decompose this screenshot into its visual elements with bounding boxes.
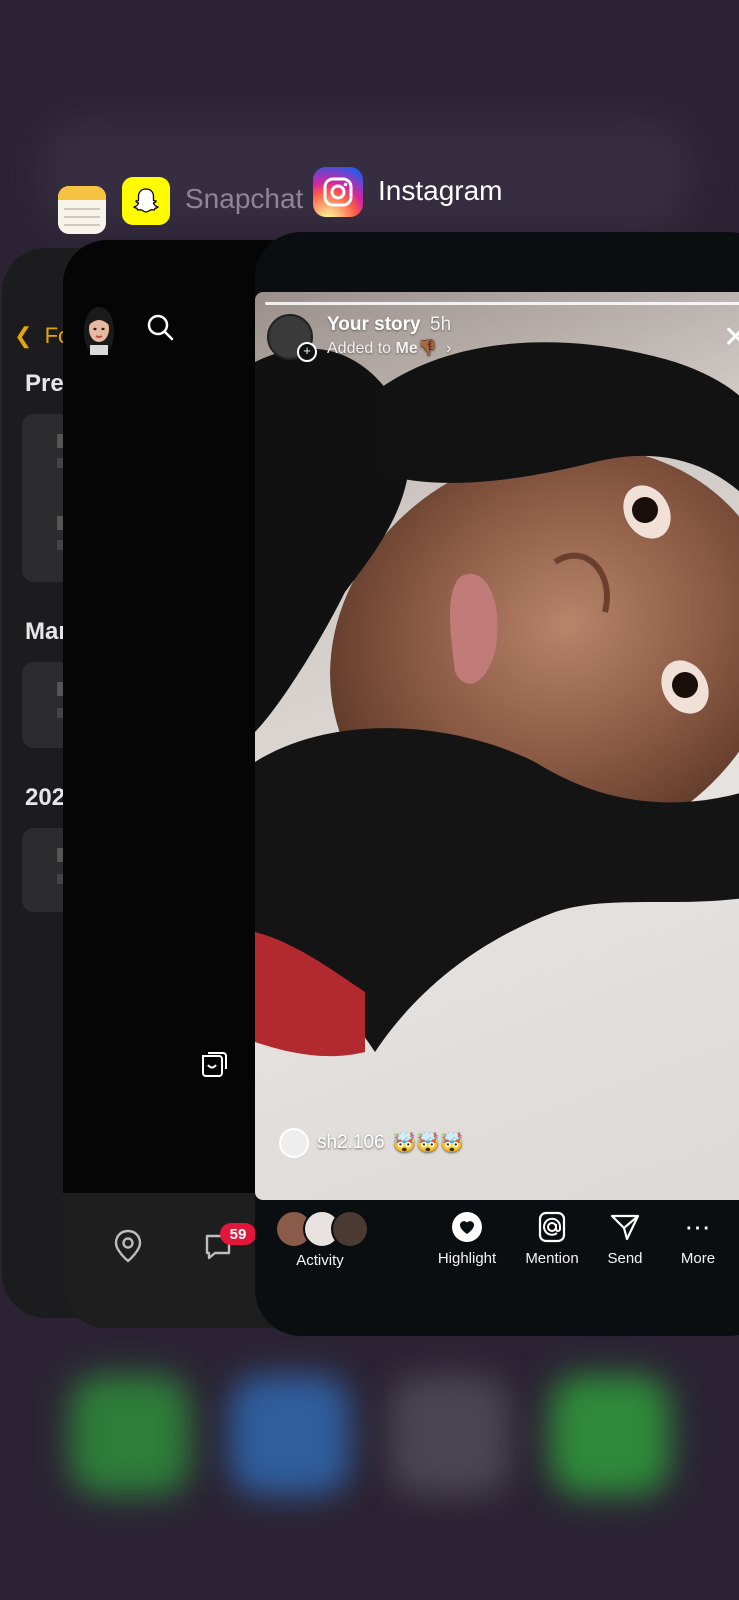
added-to-emoji: 👎🏾 (417, 340, 438, 357)
bitmoji-avatar[interactable] (80, 303, 118, 355)
notes-app-icon[interactable] (58, 186, 106, 234)
story-progress-bar (265, 302, 739, 305)
mention-label: Mention (525, 1250, 579, 1267)
send-button[interactable]: Send (595, 1210, 655, 1267)
highlight-label: Highlight (437, 1250, 497, 1267)
snapchat-app-icon[interactable] (122, 177, 170, 225)
chevron-right-icon: › (446, 340, 452, 357)
more-button[interactable]: ⋯ More (673, 1210, 723, 1268)
viewer-avatar (331, 1210, 369, 1248)
activity-button[interactable]: Activity (275, 1210, 369, 1269)
mention-username: sh2.106 (317, 1132, 385, 1153)
activity-label: Activity (296, 1252, 344, 1269)
add-story-icon[interactable]: + (297, 342, 317, 362)
map-pin-icon[interactable] (113, 1229, 143, 1263)
story-image[interactable]: + Your story 5h Added to Me👎🏾 › ✕ sh2.10… (255, 292, 739, 1200)
story-added-to[interactable]: Added to Me👎🏾 › (327, 338, 451, 358)
added-to-prefix: Added to (327, 340, 396, 357)
more-icon: ⋯ (684, 1211, 712, 1242)
dock-app-camera (390, 1375, 510, 1495)
search-icon[interactable] (145, 312, 175, 342)
activity-viewers (275, 1210, 369, 1248)
notes-section-heading: 202 (25, 784, 66, 811)
chevron-left-icon: ❮ (14, 323, 33, 348)
instagram-camera-icon (323, 177, 353, 207)
chat-unread-badge: 59 (220, 1223, 256, 1245)
mention-button[interactable]: Mention (517, 1210, 587, 1267)
snapchat-ghost-icon (133, 188, 159, 213)
heart-icon (452, 1212, 482, 1242)
story-action-bar: Activity Highlight Mention Send ⋯ More (255, 1200, 739, 1336)
at-sign-icon (538, 1211, 566, 1243)
dock-app-safari (230, 1375, 350, 1495)
notes-back-button[interactable]: ❮ Fo (14, 323, 70, 349)
dock-app-messages (550, 1375, 670, 1495)
stories-icon[interactable] (197, 1048, 229, 1080)
notes-section-heading: Pre (25, 370, 64, 397)
mention-avatar (279, 1128, 309, 1158)
dock-app-phone (70, 1375, 190, 1495)
story-timestamp: 5h (430, 314, 452, 335)
send-icon (610, 1214, 640, 1241)
story-username[interactable]: Your story (327, 314, 421, 336)
notes-section-heading: Mar (25, 618, 68, 645)
highlight-button[interactable]: Highlight (427, 1210, 507, 1267)
close-icon[interactable]: ✕ (723, 320, 739, 355)
more-label: More (680, 1250, 716, 1267)
instagram-app-icon[interactable] (313, 167, 363, 217)
instagram-app-label: Instagram (378, 175, 503, 206)
instagram-app-card[interactable]: + Your story 5h Added to Me👎🏾 › ✕ sh2.10… (255, 232, 739, 1336)
send-label: Send (607, 1250, 643, 1267)
snapchat-app-label: Snapchat (185, 183, 304, 214)
mention-emojis: 🤯🤯🤯 (392, 1133, 464, 1154)
mention-sticker[interactable]: sh2.106 🤯🤯🤯 (279, 1128, 464, 1158)
close-friends-list: Me (395, 340, 418, 357)
story-photo (255, 342, 739, 1057)
